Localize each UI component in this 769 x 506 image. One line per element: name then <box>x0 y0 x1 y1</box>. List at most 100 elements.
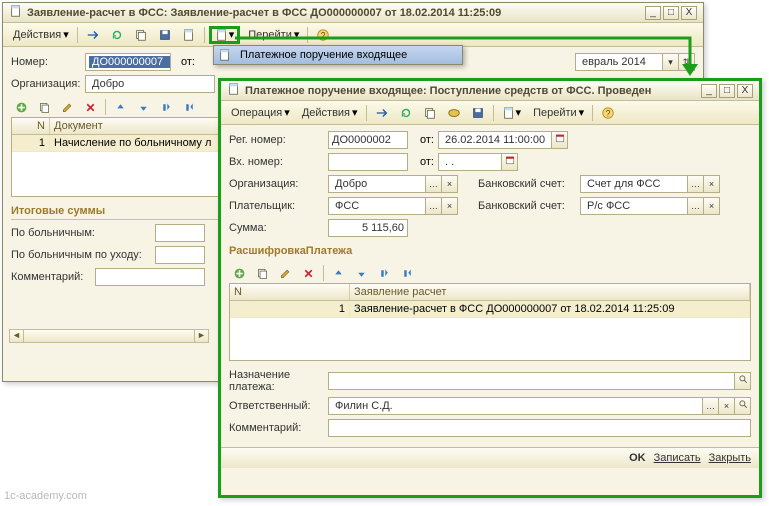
titlebar: Заявление-расчет в ФСС: Заявление-расчет… <box>3 3 703 23</box>
toolbar-arrow-icon[interactable] <box>82 26 104 44</box>
col-n: N <box>12 118 50 134</box>
ellipsis-icon[interactable]: … <box>425 176 441 192</box>
grid-up-icon[interactable] <box>110 98 131 116</box>
toolbar-copy-icon[interactable] <box>419 104 441 122</box>
close-button[interactable]: X <box>737 84 753 98</box>
grid-del-icon[interactable] <box>298 264 319 282</box>
calendar-icon[interactable] <box>501 154 517 170</box>
grid-add-icon[interactable] <box>229 264 250 282</box>
from-label: от: <box>412 134 434 146</box>
grid-add-icon[interactable] <box>11 98 32 116</box>
grid-sort2-icon[interactable] <box>397 264 418 282</box>
search-icon[interactable] <box>734 373 750 389</box>
bank2-label: Банковский счет: <box>478 200 576 212</box>
window-icon <box>9 4 23 21</box>
clear-icon[interactable]: × <box>703 176 719 192</box>
clear-icon[interactable]: × <box>718 398 734 414</box>
sick-care-label: По больничным по уходу: <box>11 249 151 261</box>
window-payment: Платежное поручение входящее: Поступлени… <box>218 78 762 498</box>
sum-label: Сумма: <box>229 222 324 234</box>
operation-menu[interactable]: Операция ▾ <box>225 104 294 122</box>
regnum-input[interactable] <box>328 131 408 149</box>
actions-menu[interactable]: Действия ▾ <box>7 26 73 44</box>
sick-care-input[interactable] <box>155 246 205 264</box>
toolbar-money-icon[interactable] <box>443 104 465 122</box>
ellipsis-icon[interactable]: … <box>687 176 703 192</box>
number-label: Номер: <box>11 56 81 68</box>
ellipsis-icon[interactable]: … <box>425 198 441 214</box>
window-title: Заявление-расчет в ФСС: Заявление-расчет… <box>27 7 645 19</box>
regdate-field[interactable]: 26.02.2014 11:00:00 <box>438 131 568 149</box>
ellipsis-icon[interactable]: … <box>702 398 718 414</box>
clear-icon[interactable]: × <box>441 176 457 192</box>
org-field[interactable]: Добро … × <box>328 175 458 193</box>
toolbar-structure-icon[interactable]: ▾ <box>498 104 526 122</box>
toolbar-arrow-icon[interactable] <box>371 104 393 122</box>
grid-edit-icon[interactable] <box>275 264 296 282</box>
grid-down-icon[interactable] <box>133 98 154 116</box>
from-label: от: <box>175 56 195 68</box>
clear-icon[interactable]: × <box>441 198 457 214</box>
toolbar-copy-icon[interactable] <box>130 26 152 44</box>
toolbar-save-icon[interactable] <box>154 26 176 44</box>
close-button[interactable]: Закрыть <box>709 452 751 464</box>
grid-copy-icon[interactable] <box>252 264 273 282</box>
maximize-button[interactable]: □ <box>719 84 735 98</box>
detail-grid[interactable]: N Заявление расчет 1 Заявление-расчет в … <box>229 283 751 361</box>
table-row[interactable]: 1 Заявление-расчет в ФСС ДО000000007 от … <box>230 301 750 318</box>
sick-label: По больничным: <box>11 227 151 239</box>
org-field[interactable]: Добро <box>85 75 215 93</box>
grid-sort1-icon[interactable] <box>374 264 395 282</box>
calendar-icon[interactable] <box>551 132 567 148</box>
idate-field[interactable]: . . <box>438 153 518 171</box>
bank1-label: Банковский счет: <box>478 178 576 190</box>
toolbar-post-icon[interactable] <box>178 26 200 44</box>
comment-input[interactable] <box>328 419 751 437</box>
org-label: Организация: <box>229 178 324 190</box>
payment-detail-title: РасшифровкаПлатежа <box>229 243 751 259</box>
bank1-field[interactable]: Счет для ФСС … × <box>580 175 720 193</box>
toolbar: Операция ▾ Действия ▾ ▾ Перейти ▾ <box>221 101 759 125</box>
sick-input[interactable] <box>155 224 205 242</box>
purpose-field[interactable] <box>328 372 751 390</box>
grid-up-icon[interactable] <box>328 264 349 282</box>
inum-input[interactable] <box>328 153 408 171</box>
toolbar-save-icon[interactable] <box>467 104 489 122</box>
search-icon[interactable] <box>734 398 750 414</box>
ok-button[interactable]: OK <box>629 452 646 464</box>
watermark: 1c-academy.com <box>4 490 87 502</box>
grid-sort1-icon[interactable] <box>156 98 177 116</box>
purpose-label: Назначение платежа: <box>229 369 324 393</box>
from-label: от: <box>412 156 434 168</box>
toolbar-refresh-icon[interactable] <box>106 26 128 44</box>
toolbar-help-icon[interactable] <box>597 104 619 122</box>
col-declaration: Заявление расчет <box>350 284 750 300</box>
comment-label: Комментарий: <box>11 271 91 283</box>
grid-del-icon[interactable] <box>80 98 101 116</box>
save-button[interactable]: Записать <box>654 452 701 464</box>
actions-menu[interactable]: Действия ▾ <box>296 104 362 122</box>
maximize-button[interactable]: □ <box>663 6 679 20</box>
bank2-field[interactable]: Р/с ФСС … × <box>580 197 720 215</box>
clear-icon[interactable]: × <box>703 198 719 214</box>
payer-field[interactable]: ФСС … × <box>328 197 458 215</box>
ellipsis-icon[interactable]: … <box>687 198 703 214</box>
horizontal-scrollbar[interactable]: ◄► <box>9 329 209 343</box>
number-field[interactable]: ДО000000007 <box>85 53 171 71</box>
org-label: Организация: <box>11 78 81 90</box>
close-button[interactable]: X <box>681 6 697 20</box>
goto-menu[interactable]: Перейти ▾ <box>527 104 588 122</box>
toolbar-refresh-icon[interactable] <box>395 104 417 122</box>
comment-input[interactable] <box>95 268 205 286</box>
grid-down-icon[interactable] <box>351 264 372 282</box>
payer-label: Плательщик: <box>229 200 324 212</box>
responsible-field[interactable]: Филин С.Д. … × <box>328 397 751 415</box>
grid-sort2-icon[interactable] <box>179 98 200 116</box>
col-n: N <box>230 284 350 300</box>
minimize-button[interactable]: _ <box>645 6 661 20</box>
comment-label: Комментарий: <box>229 422 324 434</box>
inum-label: Вх. номер: <box>229 156 324 168</box>
grid-copy-icon[interactable] <box>34 98 55 116</box>
sum-input[interactable] <box>328 219 408 237</box>
grid-edit-icon[interactable] <box>57 98 78 116</box>
